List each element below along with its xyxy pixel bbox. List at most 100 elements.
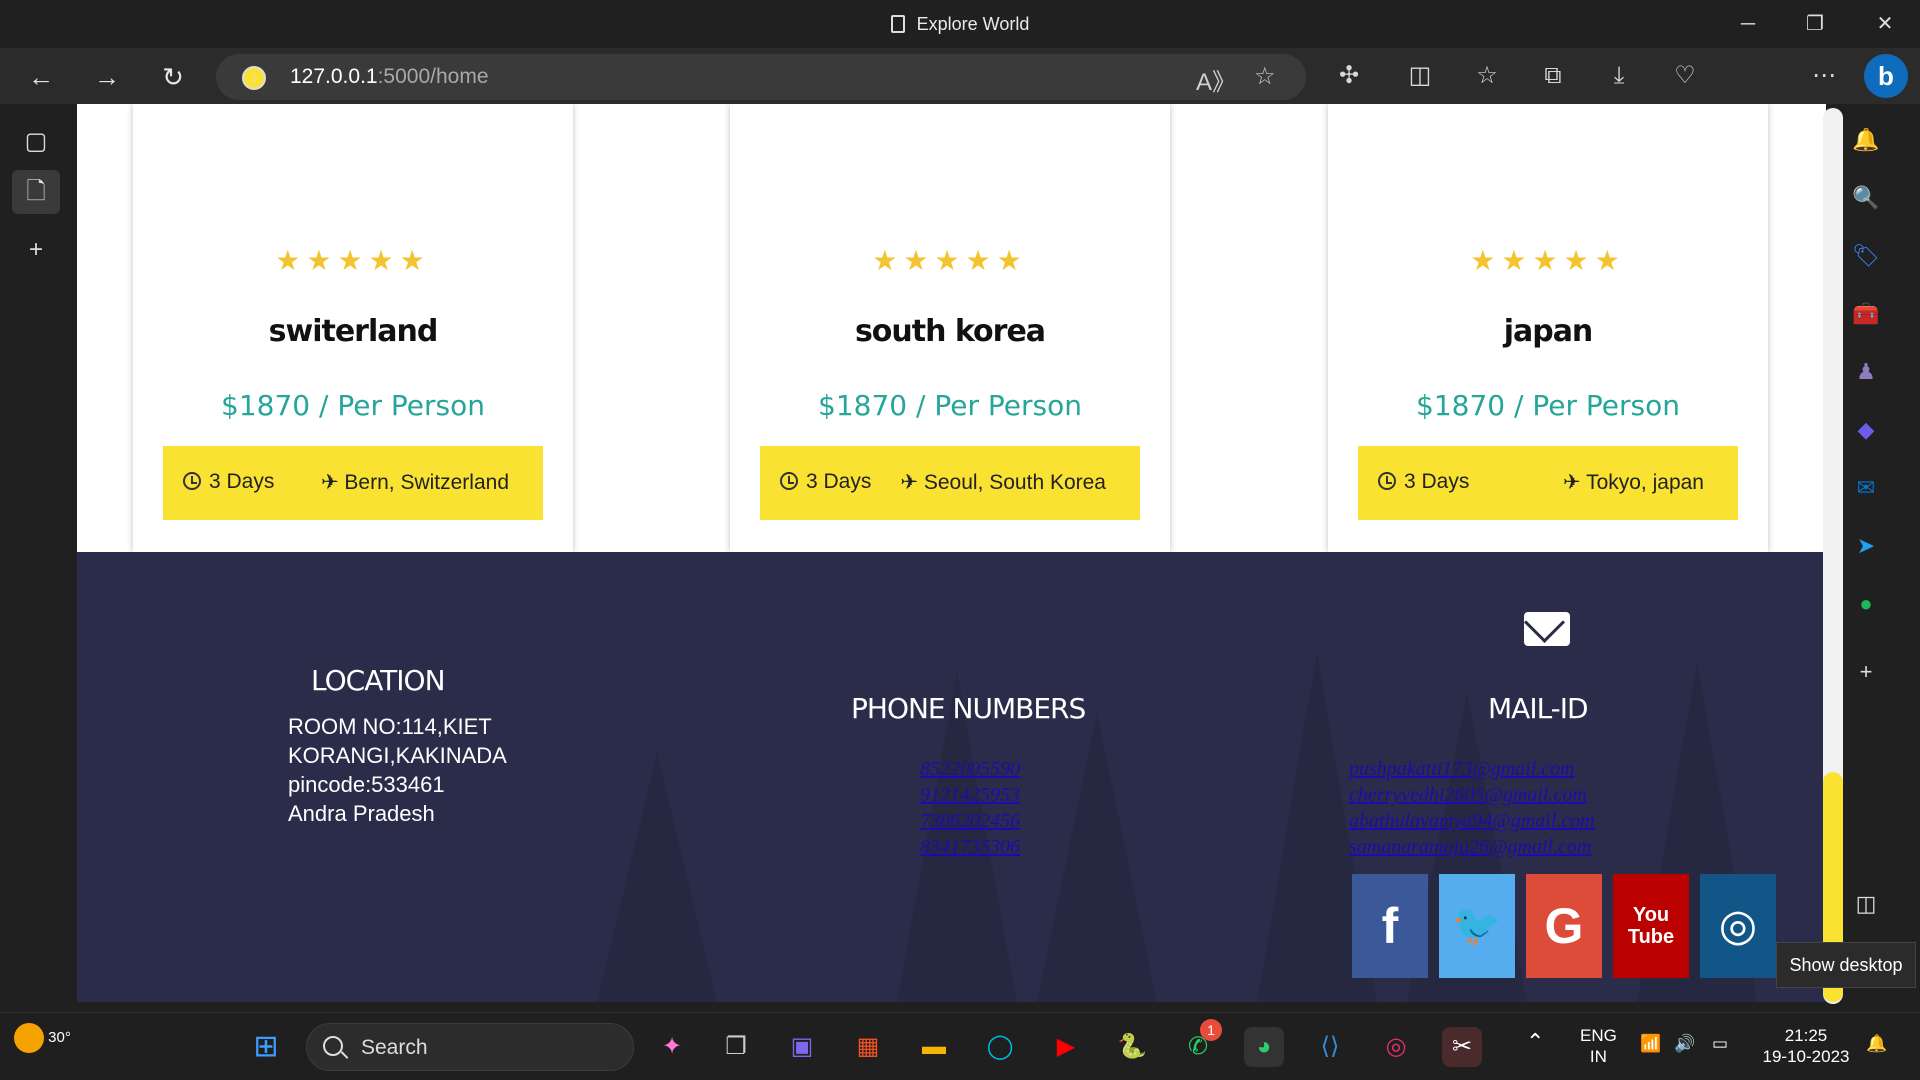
facebook-icon[interactable]: f	[1352, 874, 1428, 978]
email-link[interactable]: samanaramoju26@gmail.com	[1349, 834, 1595, 860]
refresh-button[interactable]: ↻	[156, 60, 190, 94]
start-windows-icon[interactable]: ⊞	[246, 1027, 286, 1067]
url-text[interactable]: 127.0.0.1:5000/home	[290, 65, 489, 89]
package-info-bar: 3 Days ✈ Seoul, South Korea	[760, 446, 1140, 520]
duration: 3 Days	[183, 470, 274, 494]
volume-icon[interactable]: 🔊	[1674, 1033, 1695, 1054]
page-viewport: ★★★★★ switerland $1870 / Per Person 3 Da…	[77, 104, 1826, 1002]
instagram-icon[interactable]: ◎	[1700, 874, 1776, 978]
title-bar: Explore World ─ ❐ ✕	[0, 0, 1920, 48]
date-text: 19-10-2023	[1762, 1047, 1850, 1066]
phone-heading: PHONE NUMBERS	[851, 692, 1086, 725]
more-menu-icon[interactable]: ⋯	[1806, 58, 1842, 94]
destination: ✈ Tokyo, japan	[1563, 470, 1704, 495]
email-link[interactable]: abathulavamya94@gmail.com	[1349, 808, 1595, 834]
shopping-tag-icon[interactable]: 🏷	[1848, 238, 1884, 274]
instagram-app-icon[interactable]: ◎	[1376, 1027, 1416, 1067]
email-list: pushpakatti173@gmail.com cherryvedhi2605…	[1349, 756, 1595, 860]
spotify-icon[interactable]: ●	[1848, 586, 1884, 622]
taskbar-search[interactable]: Search	[306, 1023, 634, 1071]
region-code: IN	[1589, 1047, 1607, 1066]
location-address: ROOM NO:114,KIET KORANGI,KAKINADA pincod…	[288, 712, 507, 828]
google-icon[interactable]: G	[1526, 874, 1602, 978]
python-icon[interactable]: 🐍	[1112, 1027, 1152, 1067]
battery-icon[interactable]: ▭	[1712, 1033, 1728, 1054]
phone-link[interactable]: 7386202456	[920, 808, 1020, 834]
tab-explore-world[interactable]: 🗋	[12, 170, 60, 214]
youtube-icon[interactable]: You Tube	[1613, 874, 1689, 978]
youtube-app-icon[interactable]: ▶	[1046, 1027, 1086, 1067]
clock-icon	[183, 472, 201, 490]
performance-icon[interactable]: ♡	[1667, 58, 1703, 94]
phone-link[interactable]: 8522005590	[920, 756, 1020, 782]
language-indicator[interactable]: ENG IN	[1580, 1025, 1617, 1067]
package-card: ★★★★★ south korea $1870 / Per Person 3 D…	[730, 104, 1170, 552]
taskbar: 30° ⊞ Search ✦ ❐ ▣ ▦ ▬ ◯ ▶ 🐍 ✆ 1 ◕ ⟨⟩ ◎ …	[0, 1012, 1920, 1080]
close-button[interactable]: ✕	[1870, 10, 1900, 38]
package-info-bar: 3 Days ✈ Bern, Switzerland	[163, 446, 543, 520]
address-bar[interactable]: i 127.0.0.1:5000/home A》 ☆	[216, 54, 1306, 100]
minimize-button[interactable]: ─	[1733, 10, 1763, 38]
task-view-icon[interactable]: ❐	[716, 1027, 756, 1067]
twitter-icon[interactable]: 🐦	[1439, 874, 1515, 978]
notification-icon[interactable]: 🔔	[1866, 1033, 1887, 1054]
destination-text: Tokyo, japan	[1586, 471, 1704, 494]
time-text: 21:25	[1784, 1026, 1828, 1045]
edge-browser-icon[interactable]: ◕	[1244, 1027, 1284, 1067]
url-path: :5000/home	[377, 65, 489, 88]
extensions-icon[interactable]: ✣	[1331, 58, 1367, 94]
email-link[interactable]: cherryvedhi2605@gmail.com	[1349, 782, 1595, 808]
tree-bg	[1037, 712, 1157, 1002]
weather-widget[interactable]: 30°	[14, 1023, 71, 1053]
destination: ✈ Bern, Switzerland	[321, 470, 509, 495]
weather-temp: 30°	[48, 1028, 71, 1046]
new-tab-icon[interactable]: +	[12, 228, 60, 272]
phone-link[interactable]: 9121425953	[920, 782, 1020, 808]
tab-actions-icon[interactable]: ▢	[12, 120, 60, 164]
restore-button[interactable]: ❐	[1800, 10, 1830, 38]
office-icon[interactable]: ◆	[1848, 412, 1884, 448]
phone-link[interactable]: 8341735306	[920, 834, 1020, 860]
teams-chat-icon[interactable]: ▣	[782, 1027, 822, 1067]
microsoft-store-icon[interactable]: ▦	[848, 1027, 888, 1067]
clock[interactable]: 21:25 19-10-2023	[1758, 1025, 1854, 1067]
chevron-up-icon[interactable]: ⌃	[1526, 1031, 1544, 1053]
lang-code: ENG	[1580, 1026, 1617, 1045]
destination-text: Bern, Switzerland	[344, 471, 509, 494]
package-info-bar: 3 Days ✈ Tokyo, japan	[1358, 446, 1738, 520]
vscode-icon[interactable]: ⟨⟩	[1310, 1027, 1350, 1067]
read-aloud-icon[interactable]: A》	[1196, 62, 1236, 97]
phone-list: 8522005590 9121425953 7386202456 8341735…	[920, 756, 1020, 860]
tools-icon[interactable]: 🧰	[1848, 296, 1884, 332]
snipping-tool-icon[interactable]: ✂	[1442, 1027, 1482, 1067]
games-icon[interactable]: ♟	[1848, 354, 1884, 390]
site-info-icon[interactable]: i	[242, 66, 266, 90]
back-button[interactable]: ←	[24, 60, 58, 94]
favorite-star-icon[interactable]: ☆	[1254, 62, 1276, 91]
downloads-icon[interactable]: ⤓	[1601, 58, 1637, 94]
search-icon[interactable]: 🔍	[1848, 180, 1884, 216]
sidebar-toggle-icon[interactable]: ◫	[1848, 886, 1884, 922]
forward-button[interactable]: →	[90, 60, 124, 94]
email-link[interactable]: pushpakatti173@gmail.com	[1349, 756, 1595, 782]
address-line: KORANGI,KAKINADA	[288, 743, 507, 768]
notification-bell-icon[interactable]: 🔔	[1848, 122, 1884, 158]
send-icon[interactable]: ➤	[1848, 528, 1884, 564]
wifi-icon[interactable]: 📶	[1640, 1033, 1661, 1054]
address-line: Andra Pradesh	[288, 801, 435, 826]
add-sidebar-app-icon[interactable]: +	[1848, 654, 1884, 690]
tree-bg	[597, 752, 717, 1002]
copilot-preview-icon[interactable]: ✦	[652, 1027, 692, 1067]
bing-copilot-icon[interactable]: b	[1864, 54, 1908, 98]
collections-icon[interactable]: ⧉	[1535, 58, 1571, 94]
package-price: $1870 / Per Person	[1416, 389, 1680, 422]
location-heading: LOCATION	[311, 664, 446, 697]
favorites-icon[interactable]: ☆	[1469, 58, 1505, 94]
show-desktop-tooltip: Show desktop	[1776, 942, 1916, 988]
split-screen-icon[interactable]: ◫	[1402, 58, 1438, 94]
file-explorer-icon[interactable]: ▬	[914, 1027, 954, 1067]
outlook-icon[interactable]: ✉	[1848, 470, 1884, 506]
url-host: 127.0.0.1	[290, 65, 378, 88]
cortana-icon[interactable]: ◯	[980, 1027, 1020, 1067]
address-line: pincode:533461	[288, 772, 445, 797]
